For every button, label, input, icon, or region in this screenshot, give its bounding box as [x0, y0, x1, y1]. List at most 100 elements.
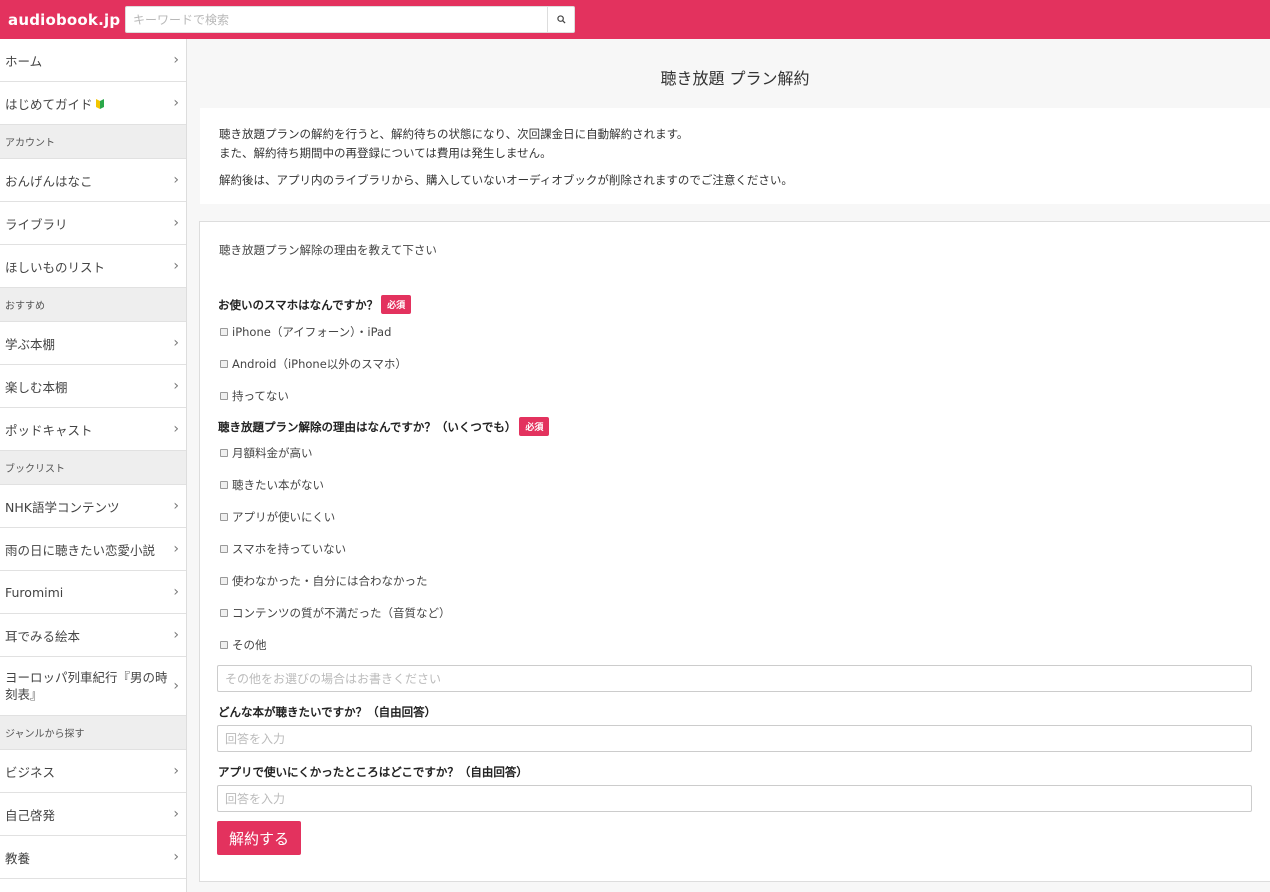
sidebar-section-header: おすすめ: [0, 288, 186, 322]
chevron-right-icon: ›: [173, 849, 179, 865]
sidebar-item-europe-train[interactable]: ヨーロッパ列車紀行『男の時刻表』 ›: [0, 657, 186, 716]
checkbox[interactable]: [220, 577, 228, 585]
cancellation-notice: 聴き放題プランの解約を行うと、解約待ちの状態になり、次回課金日に自動解約されます…: [200, 108, 1270, 204]
checkbox-option[interactable]: その他: [220, 637, 267, 653]
chevron-right-icon: ›: [173, 584, 179, 600]
sidebar-item-label: 学ぶ本棚: [5, 336, 56, 352]
checkbox-option[interactable]: アプリが使いにくい: [220, 509, 335, 525]
checkbox[interactable]: [220, 360, 228, 368]
sidebar-item-account[interactable]: おんげんはなこ ›: [0, 159, 186, 202]
top-header: audiobook.jp: [0, 0, 1270, 39]
checkbox-option[interactable]: iPhone（アイフォーン）・iPad: [220, 324, 391, 340]
option-label: コンテンツの質が不満だった（音質など）: [232, 606, 451, 620]
chevron-right-icon: ›: [173, 763, 179, 779]
sidebar-item-home[interactable]: ホーム ›: [0, 39, 186, 82]
sidebar-item-learn-shelf[interactable]: 学ぶ本棚 ›: [0, 322, 186, 365]
notice-line: また、解約待ち期間中の再登録については費用は発生しません。: [219, 146, 552, 160]
checkbox[interactable]: [220, 513, 228, 521]
sidebar-item-label: 楽しむ本棚: [5, 379, 68, 395]
checkbox[interactable]: [220, 641, 228, 649]
sidebar-item-label: ポッドキャスト: [5, 422, 93, 438]
required-badge: 必須: [519, 417, 550, 436]
chevron-right-icon: ›: [173, 215, 179, 231]
sidebar-item-label: 耳でみる絵本: [5, 628, 81, 644]
option-label: アプリが使いにくい: [232, 510, 336, 524]
sidebar-item-wishlist[interactable]: ほしいものリスト ›: [0, 245, 186, 288]
sidebar-item-label: おんげんはなこ: [5, 173, 93, 189]
checkbox[interactable]: [220, 545, 228, 553]
sidebar-section-header: ブックリスト: [0, 451, 186, 485]
wanted-books-input[interactable]: [217, 725, 1252, 752]
search-icon: [556, 15, 566, 24]
question-smartphone: お使いのスマホはなんですか？ 必須: [218, 295, 412, 314]
question-label: お使いのスマホはなんですか？: [218, 297, 379, 312]
option-label: スマホを持っていない: [232, 542, 347, 556]
sidebar-item-label: 雨の日に聴きたい恋愛小説: [5, 542, 156, 558]
option-label: 聴きたい本がない: [232, 478, 324, 492]
sidebar-item-guide[interactable]: はじめてガイド ›: [0, 82, 186, 125]
sidebar-nav: ホーム › はじめてガイド › アカウント おんげんはなこ › ライブラリ › …: [0, 39, 187, 892]
form-intro: 聴き放題プラン解除の理由を教えて下さい: [219, 243, 437, 257]
other-reason-input[interactable]: [217, 665, 1252, 692]
sidebar-item-business[interactable]: ビジネス ›: [0, 750, 186, 793]
question-label: アプリで使いにくかったところはどこですか？（自由回答）: [218, 765, 528, 779]
chevron-right-icon: ›: [173, 627, 179, 643]
sidebar-item-label: Furomimi: [5, 584, 64, 600]
chevron-right-icon: ›: [173, 806, 179, 822]
checkbox-option[interactable]: 使わなかった・自分には合わなかった: [220, 573, 428, 589]
chevron-right-icon: ›: [173, 172, 179, 188]
checkbox-option[interactable]: コンテンツの質が不満だった（音質など）: [220, 605, 451, 621]
chevron-right-icon: ›: [173, 258, 179, 274]
checkbox[interactable]: [220, 481, 228, 489]
checkbox-option[interactable]: 聴きたい本がない: [220, 477, 324, 493]
sidebar-item-podcast[interactable]: ポッドキャスト ›: [0, 408, 186, 451]
page-title: 聴き放題 プラン解約: [660, 69, 810, 88]
sidebar-item-label: はじめてガイド: [5, 96, 93, 112]
question-label: どんな本が聴きたいですか？（自由回答）: [218, 705, 437, 719]
search-button[interactable]: [547, 6, 575, 33]
checkbox-option[interactable]: 持ってない: [220, 388, 289, 404]
beginner-mark-icon: [95, 98, 104, 109]
question-wanted-books: どんな本が聴きたいですか？（自由回答）: [218, 704, 436, 720]
checkbox[interactable]: [220, 609, 228, 617]
cancel-plan-button[interactable]: 解約する: [217, 821, 301, 855]
chevron-right-icon: ›: [173, 378, 179, 394]
sidebar-item-library[interactable]: ライブラリ ›: [0, 202, 186, 245]
chevron-right-icon: ›: [173, 677, 179, 694]
chevron-right-icon: ›: [173, 95, 179, 111]
cancellation-form: 聴き放題プラン解除の理由を教えて下さい お使いのスマホはなんですか？ 必須 iP…: [199, 221, 1270, 882]
chevron-right-icon: ›: [173, 52, 179, 68]
chevron-right-icon: ›: [173, 498, 179, 514]
option-label: その他: [232, 638, 267, 652]
notice-line: 解約後は、アプリ内のライブラリから、購入していないオーディオブックが削除されます…: [219, 173, 793, 187]
search-bar: [125, 6, 575, 33]
search-input[interactable]: [125, 6, 547, 33]
sidebar-section-header: ジャンルから探す: [0, 716, 186, 750]
checkbox[interactable]: [220, 449, 228, 457]
sidebar-item-fun-shelf[interactable]: 楽しむ本棚 ›: [0, 365, 186, 408]
sidebar-item-picture-book[interactable]: 耳でみる絵本 ›: [0, 614, 186, 657]
checkbox-option[interactable]: スマホを持っていない: [220, 541, 346, 557]
app-difficulty-input[interactable]: [217, 785, 1252, 812]
required-badge: 必須: [381, 295, 412, 314]
option-label: Android（iPhone以外のスマホ）: [232, 357, 407, 371]
sidebar-item-culture[interactable]: 教養 ›: [0, 836, 186, 879]
sidebar-item-furomimi[interactable]: Furomimi ›: [0, 571, 186, 614]
option-label: iPhone（アイフォーン）・iPad: [232, 325, 392, 339]
chevron-right-icon: ›: [173, 335, 179, 351]
option-label: 持ってない: [232, 389, 289, 403]
sidebar-item-nhk[interactable]: NHK語学コンテンツ ›: [0, 485, 186, 528]
main-content: 聴き放題 プラン解約 聴き放題プランの解約を行うと、解約待ちの状態になり、次回課…: [187, 39, 1270, 892]
checkbox-option[interactable]: Android（iPhone以外のスマホ）: [220, 356, 407, 372]
site-logo[interactable]: audiobook.jp: [8, 11, 125, 29]
question-label: 聴き放題プラン解除の理由はなんですか？（いくつでも）: [218, 419, 517, 434]
option-label: 月額料金が高い: [232, 446, 313, 460]
sidebar-item-rainy-day[interactable]: 雨の日に聴きたい恋愛小説 ›: [0, 528, 186, 571]
sidebar-item-self-development[interactable]: 自己啓発 ›: [0, 793, 186, 836]
sidebar-item-label: ライブラリ: [5, 216, 68, 232]
sidebar-section-header: アカウント: [0, 125, 186, 159]
checkbox[interactable]: [220, 392, 228, 400]
checkbox[interactable]: [220, 328, 228, 336]
option-label: 使わなかった・自分には合わなかった: [232, 574, 428, 588]
checkbox-option[interactable]: 月額料金が高い: [220, 445, 313, 461]
